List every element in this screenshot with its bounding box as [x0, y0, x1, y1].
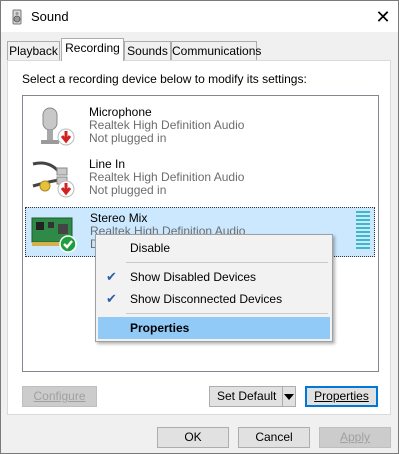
menu-item-properties[interactable]: Properties — [98, 317, 330, 339]
cancel-button[interactable]: Cancel — [238, 427, 310, 448]
configure-button[interactable]: Configure — [22, 386, 97, 407]
device-name: Line In — [89, 157, 126, 171]
menu-separator — [126, 313, 328, 314]
tab-recording[interactable]: Recording — [61, 38, 124, 61]
microphone-icon — [41, 107, 75, 146]
device-name: Microphone — [89, 105, 152, 119]
device-name: Stereo Mix — [90, 211, 148, 225]
tab-playback[interactable]: Playback — [7, 41, 60, 60]
sound-dialog: Sound ✕ Playback Recording Sounds Commun… — [0, 0, 399, 454]
ok-button[interactable]: OK — [157, 427, 229, 448]
device-description: Realtek High Definition Audio — [89, 170, 245, 184]
menu-item-disable[interactable]: Disable — [98, 237, 330, 259]
set-default-label: Set Default — [217, 389, 277, 403]
sound-card-icon — [31, 217, 77, 253]
checkmark-icon: ✔ — [106, 291, 117, 306]
line-in-cable-icon — [32, 161, 75, 198]
tab-communications[interactable]: Communications — [171, 41, 261, 60]
apply-label: Apply — [339, 430, 371, 444]
checkmark-icon: ✔ — [106, 269, 117, 284]
menu-separator — [126, 262, 328, 263]
level-meter — [356, 211, 370, 253]
window-title: Sound — [31, 9, 69, 24]
close-button[interactable]: ✕ — [371, 5, 395, 29]
properties-label: Properties — [314, 389, 369, 403]
device-description: Realtek High Definition Audio — [89, 118, 245, 132]
instruction-text: Select a recording device below to modif… — [22, 72, 307, 86]
apply-button[interactable]: Apply — [319, 427, 391, 448]
menu-item-label: Show Disabled Devices — [130, 270, 257, 284]
device-item-microphone[interactable]: Microphone Realtek High Definition Audio… — [25, 102, 375, 152]
menu-item-label: Show Disconnected Devices — [130, 292, 283, 306]
title-bar: Sound ✕ — [1, 1, 398, 32]
menu-item-show-disabled[interactable]: ✔ Show Disabled Devices — [98, 266, 330, 288]
menu-item-label: Properties — [130, 321, 190, 335]
device-status: Not plugged in — [89, 131, 167, 145]
menu-item-label: Disable — [130, 241, 171, 255]
properties-button[interactable]: Properties — [305, 386, 378, 407]
menu-item-show-disconnected[interactable]: ✔ Show Disconnected Devices — [98, 288, 330, 310]
speaker-icon — [12, 9, 22, 25]
configure-label: Configure — [33, 389, 86, 403]
tab-sounds[interactable]: Sounds — [124, 41, 171, 60]
context-menu: Disable ✔ Show Disabled Devices ✔ Show D… — [95, 234, 333, 342]
device-status: Not plugged in — [89, 183, 167, 197]
dropdown-arrow-icon[interactable] — [284, 394, 294, 400]
device-item-line-in[interactable]: Line In Realtek High Definition Audio No… — [25, 154, 375, 204]
